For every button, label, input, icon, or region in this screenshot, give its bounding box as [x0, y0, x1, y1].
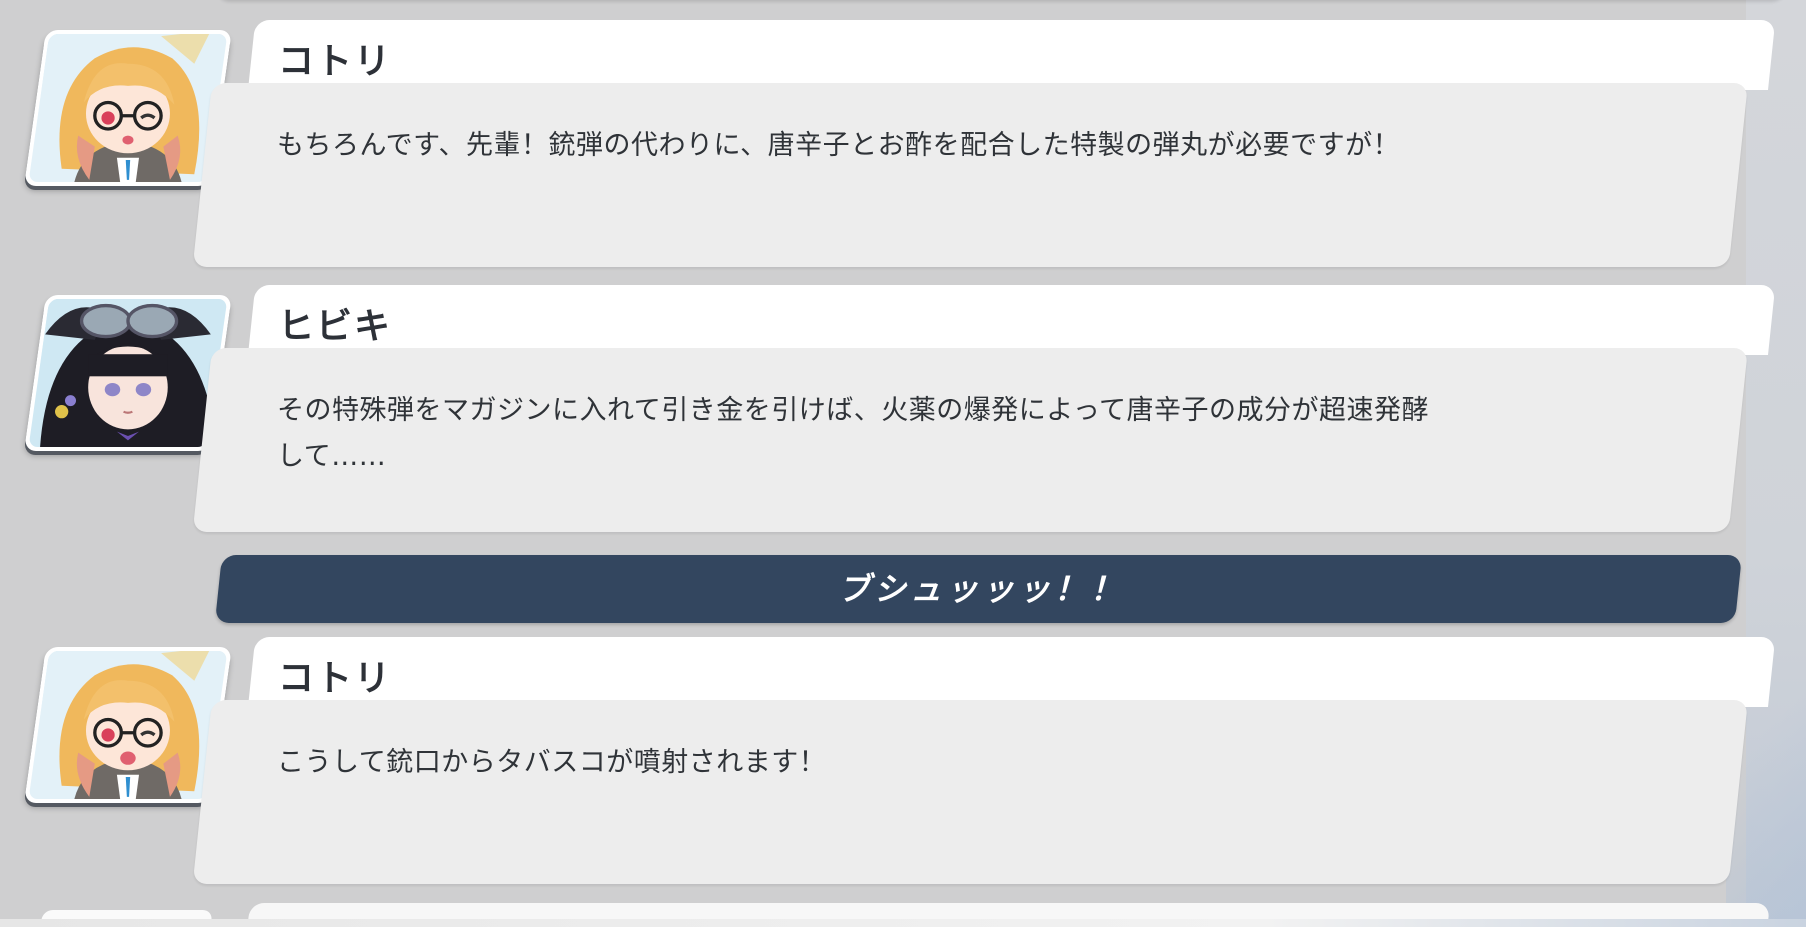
bubble-pointer	[215, 727, 237, 779]
speaker-name-tab	[248, 285, 1776, 355]
bubble-pointer	[215, 110, 237, 162]
bubble-pointer	[215, 375, 237, 427]
speaker-name-tab	[248, 20, 1776, 90]
dialogue-log: コトリ もちろんです、先輩！銃弾の代わりに、唐辛子とお酢を配合した特製の弾丸が必…	[0, 0, 1806, 927]
speaker-name-tab	[248, 637, 1776, 707]
sound-effect-text: ブシュッッッ！！	[837, 570, 1126, 608]
dialogue-entry: ヒビキ その特殊弾をマガジンに入れて引き金を引けば、火薬の爆発によって唐辛子の成…	[0, 285, 1806, 535]
portrait-frame	[28, 651, 228, 799]
kotori-portrait-art	[28, 651, 228, 799]
kotori-portrait[interactable]	[24, 647, 232, 803]
dialogue-text: こうして銃口からタバスコが噴射されます！	[277, 747, 827, 778]
kotori-portrait-art	[28, 34, 228, 182]
dialogue-bubble	[192, 700, 1748, 884]
speaker-name: ヒビキ	[278, 306, 393, 347]
speaker-name: コトリ	[278, 658, 393, 699]
dialogue-entry: コトリ もちろんです、先輩！銃弾の代わりに、唐辛子とお酢を配合した特製の弾丸が必…	[0, 20, 1806, 270]
speaker-name: コトリ	[278, 41, 393, 82]
bottom-edge	[0, 919, 1806, 927]
dialogue-text: もちろんです、先輩！銃弾の代わりに、唐辛子とお酢を配合した特製の弾丸が必要ですが…	[277, 130, 1401, 161]
dialogue-text: その特殊弾をマガジンに入れて引き金を引けば、火薬の爆発によって唐辛子の成分が超速…	[277, 395, 1430, 472]
hibiki-portrait-art	[28, 299, 228, 447]
dialogue-entry: コトリ こうして銃口からタバスコが噴射されます！	[0, 637, 1806, 887]
dialogue-bubble	[192, 83, 1748, 267]
portrait-frame	[28, 34, 228, 182]
hibiki-portrait[interactable]	[24, 295, 232, 451]
kotori-portrait[interactable]	[24, 30, 232, 186]
portrait-frame	[28, 299, 228, 447]
